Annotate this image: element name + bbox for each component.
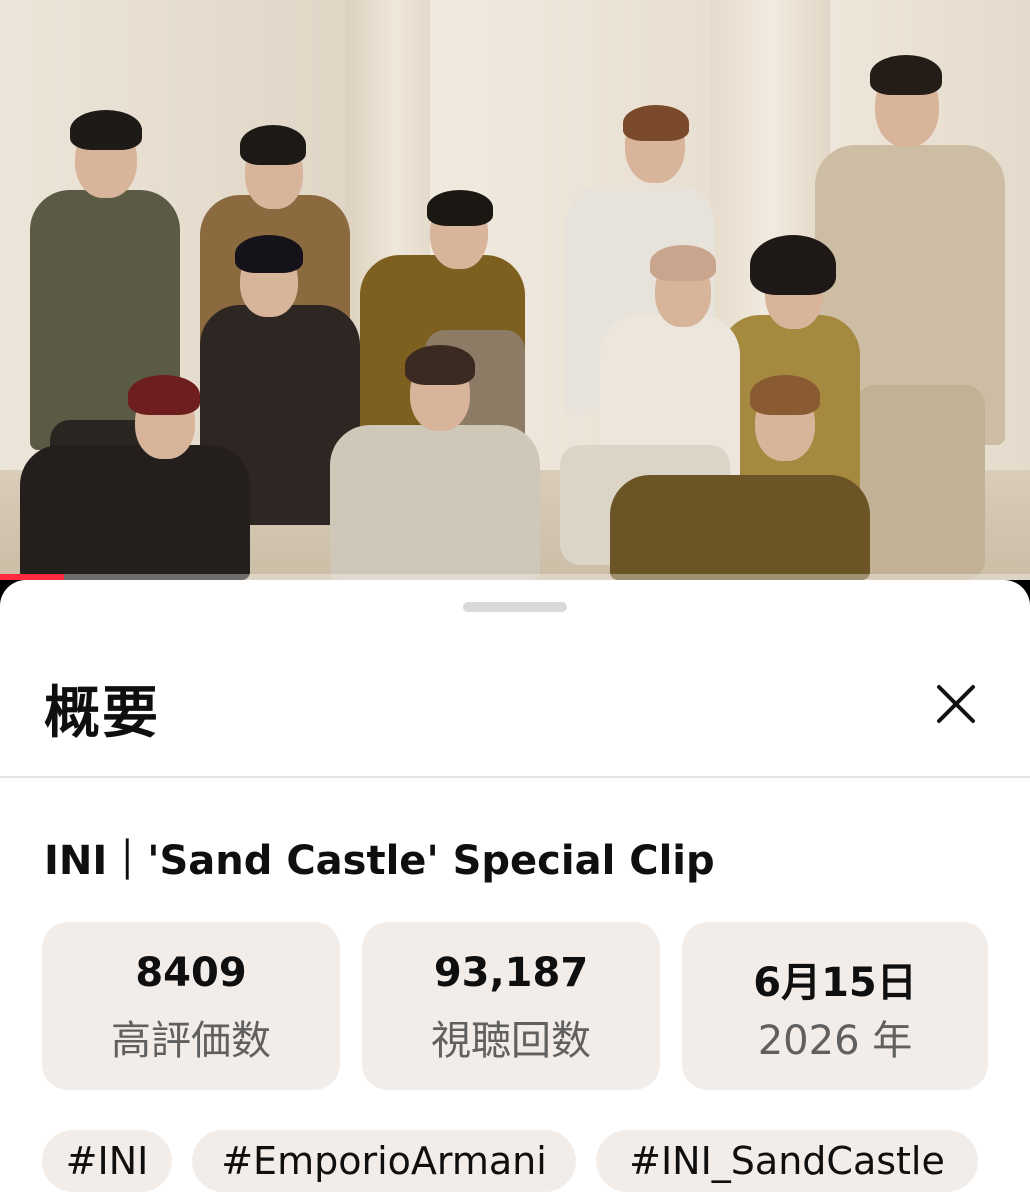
video-title: INI｜'Sand Castle' Special Clip [44, 838, 715, 884]
publish-date: 6月15日 [753, 960, 917, 1006]
drag-handle[interactable] [463, 602, 567, 612]
description-sheet: 概要 INI｜'Sand Castle' Special Clip 8409 高… [0, 580, 1030, 1200]
photo-figure [610, 375, 870, 580]
video-player[interactable] [0, 0, 1030, 580]
publish-year: 2026 年 [757, 1018, 913, 1064]
divider [0, 776, 1030, 778]
likes-stat-card: 8409 高評価数 [42, 922, 340, 1090]
views-stat-card: 93,187 視聴回数 [362, 922, 660, 1090]
photo-figure [330, 345, 550, 580]
hashtag-chip[interactable]: #EmporioArmani [192, 1130, 576, 1192]
close-button[interactable] [926, 674, 986, 734]
likes-label: 高評価数 [111, 1018, 271, 1064]
date-stat-card: 6月15日 2026 年 [682, 922, 988, 1090]
sheet-title: 概要 [44, 681, 160, 746]
hashtag-chip[interactable]: #INI [42, 1130, 172, 1192]
hashtag-chip[interactable]: #INI_SandCastle [596, 1130, 978, 1192]
likes-count: 8409 [135, 950, 247, 996]
close-icon [937, 685, 975, 723]
views-label: 視聴回数 [431, 1018, 591, 1064]
views-count: 93,187 [433, 950, 589, 996]
photo-figure [0, 375, 250, 580]
